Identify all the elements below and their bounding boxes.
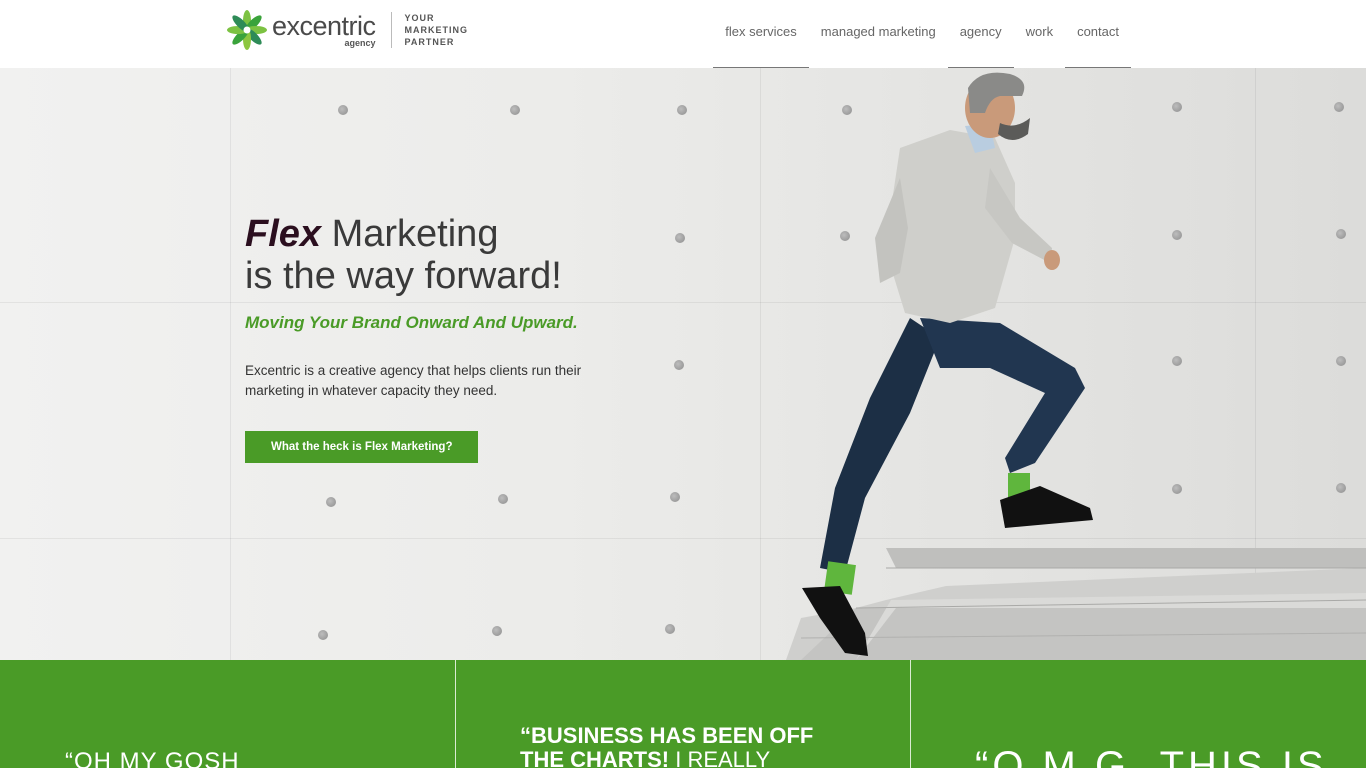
logo-divider — [390, 12, 392, 48]
hero-copy: Flex Marketing is the way forward! Movin… — [245, 213, 665, 463]
flower-logo-icon — [227, 10, 267, 50]
testimonial-1: “OH MY GOSH — [65, 748, 240, 768]
wall-bolt — [510, 105, 520, 115]
wall-bolt — [1172, 102, 1182, 112]
hero-title: Flex Marketing — [245, 213, 665, 255]
hero-subtitle: Moving Your Brand Onward And Upward. — [245, 313, 578, 332]
logo-wordmark: excentric — [272, 10, 376, 41]
wall-seam — [0, 302, 1366, 303]
logo-tagline: YOUR MARKETING PARTNER — [404, 13, 469, 47]
hero-section: Flex Marketing is the way forward! Movin… — [0, 68, 1366, 660]
nav-agency[interactable]: agency — [947, 0, 1014, 68]
wall-bolt — [670, 492, 680, 502]
nav-work[interactable]: work — [1014, 0, 1065, 68]
testimonial-2: “BUSINESS HAS BEEN OFF THE CHARTS! I REA… — [520, 723, 814, 768]
testimonials-band: “OH MY GOSH “BUSINESS HAS BEEN OFF THE C… — [0, 660, 1366, 768]
wall-seam — [0, 538, 1366, 539]
wall-bolt — [1172, 356, 1182, 366]
site-header: excentric agency YOUR MARKETING PARTNER … — [0, 0, 1366, 68]
wall-bolt — [318, 630, 328, 640]
running-man-image — [802, 72, 1093, 656]
wall-seam — [230, 68, 231, 660]
wall-bolt — [1336, 229, 1346, 239]
hero-title-line2: is the way forward! — [245, 255, 562, 297]
wall-bolt — [675, 233, 685, 243]
logo[interactable]: excentric agency YOUR MARKETING PARTNER — [227, 8, 468, 52]
wall-bolt — [492, 626, 502, 636]
wall-bolt — [1334, 102, 1344, 112]
nav-contact[interactable]: contact — [1065, 0, 1131, 68]
wall-bolt — [677, 105, 687, 115]
wall-bolt — [338, 105, 348, 115]
wall-bolt — [1172, 230, 1182, 240]
wall-bolt — [674, 360, 684, 370]
wall-bolt — [1336, 356, 1346, 366]
column-divider — [455, 660, 456, 768]
column-divider — [910, 660, 911, 768]
testimonial-3: “O.M.G. THIS IS — [975, 744, 1328, 768]
wall-bolt — [665, 624, 675, 634]
wall-bolt — [326, 497, 336, 507]
hero-title-rest: Marketing — [321, 213, 499, 255]
hero-title-emphasis: Flex — [245, 213, 322, 255]
hero-description: Excentric is a creative agency that help… — [245, 363, 582, 398]
nav-managed-marketing[interactable]: managed marketing — [809, 0, 948, 68]
nav-flex-services[interactable]: flex services — [713, 0, 809, 68]
wall-bolt — [1336, 483, 1346, 493]
main-nav: flex services managed marketing agency w… — [713, 0, 1131, 68]
flex-marketing-cta-button[interactable]: What the heck is Flex Marketing? — [245, 431, 479, 463]
wall-bolt — [498, 494, 508, 504]
wall-bolt — [1172, 484, 1182, 494]
logo-subtext: agency — [344, 37, 376, 48]
